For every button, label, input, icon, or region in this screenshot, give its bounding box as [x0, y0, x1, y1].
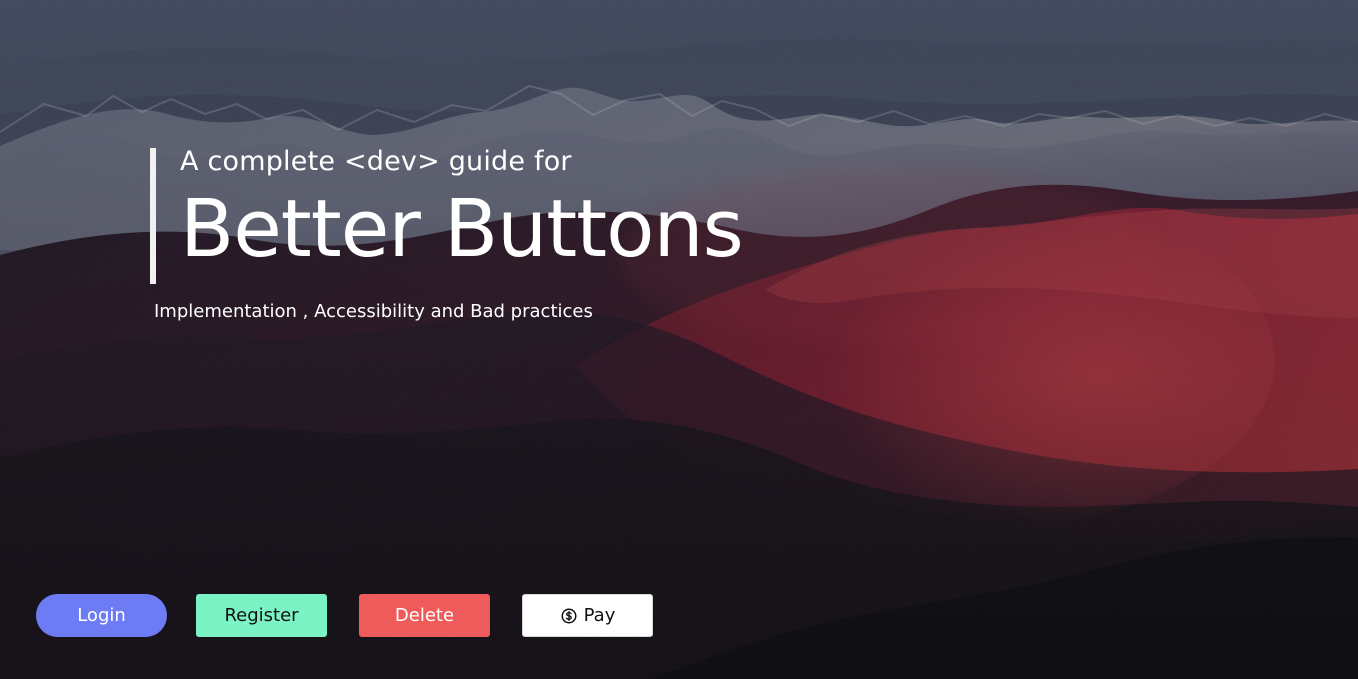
mountain-background [0, 0, 1358, 679]
hero-subtitle: Implementation , Accessibility and Bad p… [154, 301, 593, 322]
login-button[interactable]: Login [36, 594, 167, 637]
pay-button-label: Pay [583, 604, 616, 626]
button-row: Login Register Delete Pay [36, 594, 653, 637]
hero-kicker: A complete <dev> guide for [180, 146, 572, 177]
pay-button[interactable]: Pay [522, 594, 653, 637]
dollar-coin-icon [560, 607, 578, 625]
hero-title: Better Buttons [180, 183, 744, 275]
title-block: A complete <dev> guide for Better Button… [150, 146, 744, 284]
delete-button[interactable]: Delete [359, 594, 490, 637]
hero-banner: A complete <dev> guide for Better Button… [0, 0, 1358, 679]
register-button[interactable]: Register [196, 594, 327, 637]
